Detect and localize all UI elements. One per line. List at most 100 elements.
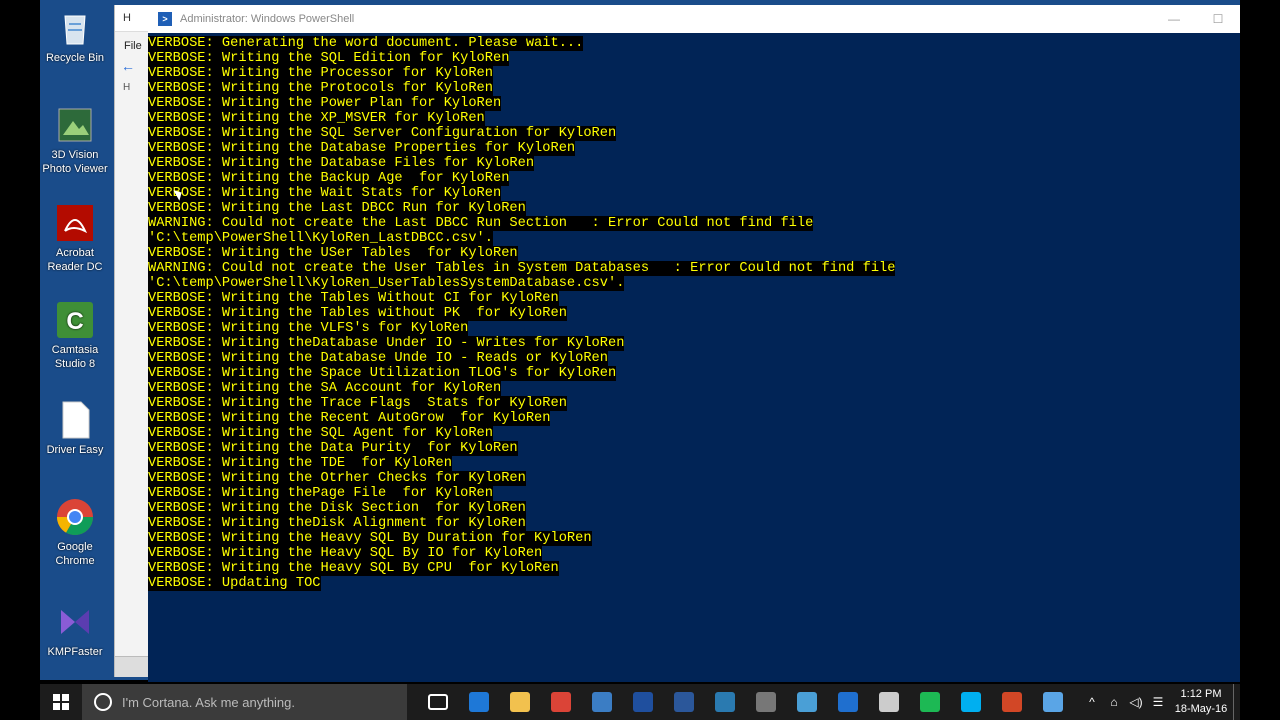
network-icon [796, 692, 817, 712]
taskbar-app-button[interactable] [868, 684, 909, 720]
acrobat-icon [55, 203, 95, 243]
console-line: VERBOSE: Updating TOC [148, 576, 1240, 591]
console-line-text: VERBOSE: Writing the Data Purity for Kyl… [148, 441, 518, 456]
cortana-search-box[interactable]: I'm Cortana. Ask me anything. [82, 684, 407, 720]
kmp-icon [55, 602, 95, 642]
taskbar-app-button[interactable] [950, 684, 991, 720]
desktop-icon-camtasia[interactable]: C Camtasia Studio 8 [40, 300, 110, 371]
console-line-text: VERBOSE: Writing the USer Tables for Kyl… [148, 246, 518, 261]
edge-icon [468, 692, 489, 712]
volume-icon[interactable]: ◁) [1125, 695, 1147, 709]
console-line: VERBOSE: Writing thePage File for KyloRe… [148, 486, 1240, 501]
desktop-icon-label: Acrobat Reader DC [47, 247, 103, 273]
desktop-icon-recycle-bin[interactable]: Recycle Bin [40, 8, 110, 65]
console-line: VERBOSE: Writing the XP_MSVER for KyloRe… [148, 111, 1240, 126]
console-line-text: VERBOSE: Writing the VLFS's for KyloRen [148, 321, 469, 336]
powershell-window[interactable]: > Administrator: Windows PowerShell — ☐ … [148, 5, 1240, 682]
console-line-text: VERBOSE: Writing the Protocols for KyloR… [148, 81, 493, 96]
action-center-icon[interactable]: ☰ [1147, 695, 1169, 709]
console-line: VERBOSE: Writing the SQL Edition for Kyl… [148, 51, 1240, 66]
network-tray-icon[interactable]: ⌂ [1103, 695, 1125, 709]
console-line: VERBOSE: Writing the Database Files for … [148, 156, 1240, 171]
word-icon [673, 692, 694, 712]
taskbar-app-button[interactable] [581, 684, 622, 720]
console-line-text: VERBOSE: Writing the Database Unde IO - … [148, 351, 608, 366]
taskbar-app-button[interactable] [663, 684, 704, 720]
console-line-text: VERBOSE: Writing the Wait Stats for Kylo… [148, 186, 502, 201]
console-line: VERBOSE: Writing the Tables without PK f… [148, 306, 1240, 321]
powershell-icon: > [158, 12, 172, 26]
taskbar-app-button[interactable] [417, 684, 458, 720]
console-line: VERBOSE: Writing the Data Purity for Kyl… [148, 441, 1240, 456]
maximize-button[interactable]: ☐ [1196, 5, 1240, 33]
powershell-title: Administrator: Windows PowerShell [180, 13, 355, 25]
console-line-text: VERBOSE: Writing theDatabase Under IO - … [148, 336, 625, 351]
console-line-text: VERBOSE: Writing the TDE for KyloRen [148, 456, 452, 471]
taskbar-app-button[interactable] [704, 684, 745, 720]
clock[interactable]: 1:12 PM 18-May-16 [1169, 687, 1233, 717]
console-line-text: VERBOSE: Writing the Tables Without CI f… [148, 291, 559, 306]
taskbar-app-button[interactable] [991, 684, 1032, 720]
desktop-icon-label: Camtasia Studio 8 [51, 344, 99, 370]
taskbar-app-button[interactable] [786, 684, 827, 720]
sql-icon [714, 692, 735, 712]
taskbar: I'm Cortana. Ask me anything. ^ ⌂ ◁) ☰ 1… [40, 684, 1240, 720]
console-line: VERBOSE: Generating the word document. P… [148, 36, 1240, 51]
console-line-text: VERBOSE: Writing the Last DBCC Run for K… [148, 201, 526, 216]
azure-icon [837, 692, 858, 712]
powershell-console[interactable]: VERBOSE: Generating the word document. P… [148, 36, 1240, 682]
desktop-icon-label: KMPFaster [47, 646, 103, 658]
desktop-icon-driver-easy[interactable]: Driver Easy [40, 400, 110, 457]
console-line: VERBOSE: Writing the Database Unde IO - … [148, 351, 1240, 366]
console-line-text: VERBOSE: Writing the Space Utilization T… [148, 366, 617, 381]
console-line: VERBOSE: Writing the Database Properties… [148, 141, 1240, 156]
console-line: VERBOSE: Writing the Wait Stats for Kylo… [148, 186, 1240, 201]
console-line: VERBOSE: Writing the Trace Flags Stats f… [148, 396, 1240, 411]
recycle-bin-icon [55, 8, 95, 48]
taskbar-app-button[interactable] [827, 684, 868, 720]
console-line: VERBOSE: Writing the Backup Age for Kylo… [148, 171, 1240, 186]
console-line: VERBOSE: Writing the SQL Server Configur… [148, 126, 1240, 141]
show-desktop-button[interactable] [1233, 684, 1240, 720]
desktop-icon-acrobat[interactable]: Acrobat Reader DC [40, 203, 110, 274]
taskbar-pinned-apps [417, 684, 1073, 720]
console-line-text: VERBOSE: Writing the SQL Agent for KyloR… [148, 426, 493, 441]
taskbar-app-button[interactable] [909, 684, 950, 720]
desktop-icon-label: 3D Vision Photo Viewer [42, 149, 108, 175]
taskbar-app-button[interactable] [540, 684, 581, 720]
camtasia-icon: C [55, 300, 95, 340]
console-line: VERBOSE: Writing the Heavy SQL By IO for… [148, 546, 1240, 561]
console-line-text: VERBOSE: Writing the Backup Age for Kylo… [148, 171, 510, 186]
taskbar-app-button[interactable] [458, 684, 499, 720]
taskbar-app-button[interactable] [622, 684, 663, 720]
taskbar-app-button[interactable] [499, 684, 540, 720]
console-line-text: WARNING: Could not create the Last DBCC … [148, 216, 814, 231]
tray-overflow-icon[interactable]: ^ [1081, 695, 1103, 709]
console-line-text: WARNING: Could not create the User Table… [148, 261, 896, 276]
powerpoint-icon [1001, 692, 1022, 712]
desktop-icon-chrome[interactable]: Google Chrome [40, 497, 110, 568]
chrome-icon [550, 692, 571, 712]
powershell-ise-icon [591, 692, 612, 712]
desktop-icon-photo-viewer[interactable]: 3D Vision Photo Viewer [40, 105, 110, 176]
console-line-text: VERBOSE: Writing the XP_MSVER for KyloRe… [148, 111, 485, 126]
console-line: VERBOSE: Writing the Heavy SQL By CPU fo… [148, 561, 1240, 576]
taskbar-app-button[interactable] [745, 684, 786, 720]
tools-icon [755, 692, 776, 712]
svg-text:C: C [66, 308, 83, 335]
system-tray: ^ ⌂ ◁) ☰ 1:12 PM 18-May-16 [1081, 684, 1240, 720]
clock-time: 1:12 PM [1180, 688, 1222, 700]
desktop-icon-kmp[interactable]: KMPFaster [40, 602, 110, 659]
console-line-text: VERBOSE: Writing the Otrher Checks for K… [148, 471, 526, 486]
console-line-text: VERBOSE: Writing the Tables without PK f… [148, 306, 567, 321]
console-line-text: VERBOSE: Writing theDisk Alignment for K… [148, 516, 526, 531]
chrome-icon [55, 497, 95, 537]
start-button[interactable] [40, 684, 82, 720]
taskbar-app-button[interactable] [1032, 684, 1073, 720]
windows-logo-icon [53, 694, 69, 710]
console-line: VERBOSE: Writing the Last DBCC Run for K… [148, 201, 1240, 216]
minimize-button[interactable]: — [1152, 5, 1196, 33]
powershell-titlebar[interactable]: > Administrator: Windows PowerShell — ☐ [148, 5, 1240, 33]
letterbox-left [0, 0, 40, 720]
powershell-icon [632, 692, 653, 712]
